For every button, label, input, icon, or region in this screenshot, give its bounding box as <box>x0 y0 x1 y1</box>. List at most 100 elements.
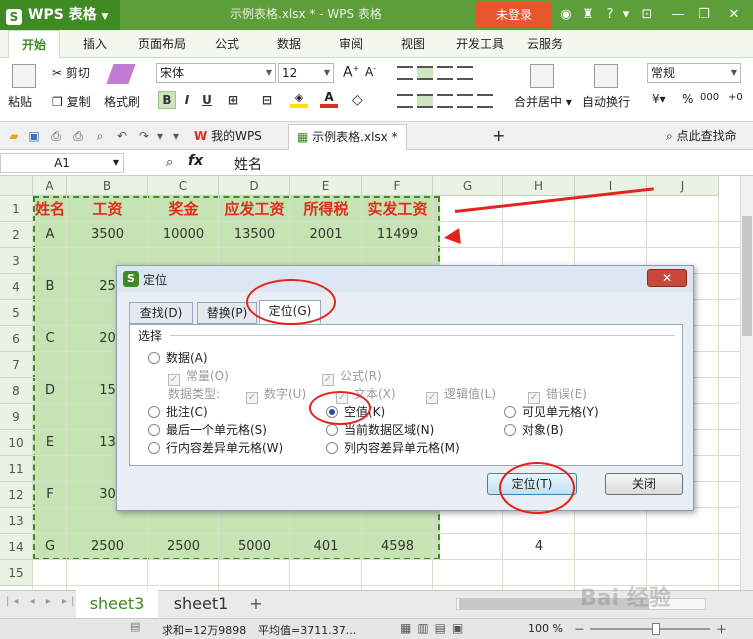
fx-button[interactable]: fx <box>188 153 203 169</box>
check-number[interactable]: ✓ 数字(U) <box>246 385 306 404</box>
align-right-icon[interactable] <box>437 94 453 108</box>
italic-button[interactable]: I <box>178 91 196 109</box>
cell-B14[interactable]: 2500 <box>67 534 148 560</box>
cell-A10[interactable]: E <box>33 430 67 456</box>
dropdown-icon[interactable]: ▾ <box>616 5 636 25</box>
dialog-close-button[interactable]: ✕ <box>647 269 687 287</box>
radio-data[interactable]: 数据(A) <box>148 349 208 366</box>
cell-A12[interactable]: F <box>33 482 67 508</box>
redo-dropdown-icon[interactable]: ▾ <box>152 128 168 144</box>
percent-button[interactable]: % <box>682 92 693 106</box>
radio-column-differences[interactable]: 列内容差异单元格(M) <box>326 439 460 456</box>
currency-icon[interactable]: ¥▾ <box>652 92 666 106</box>
row-header-15[interactable]: 15 <box>0 560 33 586</box>
row-header-11[interactable]: 11 <box>0 456 33 482</box>
align-center-icon[interactable] <box>417 94 433 108</box>
new-tab-button[interactable]: + <box>484 124 513 150</box>
zoom-slider[interactable] <box>590 628 710 630</box>
check-logical[interactable]: ✓ 逻辑值(L) <box>426 385 496 404</box>
vertical-scrollbar[interactable] <box>740 176 753 590</box>
radio-visible-cells[interactable]: 可见单元格(Y) <box>504 403 599 420</box>
view-mode-icons[interactable]: ▦▥▤▣ <box>400 621 469 635</box>
row-header-5[interactable]: 5 <box>0 300 33 326</box>
increase-decimal-icon[interactable]: +0 <box>728 92 743 103</box>
row-header-3[interactable]: 3 <box>0 248 33 274</box>
tab-my-wps[interactable]: W 我的WPS <box>186 124 270 150</box>
cell-C14[interactable]: 2500 <box>148 534 219 560</box>
align-left-icon[interactable] <box>397 94 413 108</box>
cell-D1[interactable]: 应发工资 <box>219 196 290 222</box>
sheet-nav-arrows-icon[interactable]: |◂ ◂ ▸ ▸| <box>6 596 78 607</box>
column-header-J[interactable]: J <box>647 176 719 196</box>
paste-icon[interactable] <box>12 64 36 88</box>
check-formula[interactable]: ✓ 公式(R) <box>322 367 382 386</box>
column-header-B[interactable]: B <box>67 176 148 196</box>
justify-icon[interactable] <box>457 94 473 108</box>
tab-review[interactable]: 审阅 <box>330 30 372 58</box>
merge-center-button[interactable]: 合并居中 ▾ <box>514 93 572 110</box>
sheet-tab-sheet3[interactable]: sheet3 <box>76 590 158 618</box>
row-header-1[interactable]: 1 <box>0 196 33 222</box>
radio-row-differences[interactable]: 行内容差异单元格(W) <box>148 439 283 456</box>
wrap-text-button[interactable]: 自动换行 <box>582 93 630 110</box>
redo-icon[interactable]: ↷ <box>136 128 152 144</box>
underline-button[interactable]: U <box>198 91 216 109</box>
cell-A6[interactable]: C <box>33 326 67 352</box>
zoom-level[interactable]: 100 % <box>528 622 563 635</box>
cell-B1[interactable]: 工资 <box>67 196 148 222</box>
tab-page-layout[interactable]: 页面布局 <box>132 30 192 58</box>
scroll-thumb[interactable] <box>742 216 752 336</box>
sheet-tab-sheet1[interactable]: sheet1 <box>160 590 242 618</box>
cell-E14[interactable]: 401 <box>290 534 362 560</box>
save-icon[interactable]: ▣ <box>26 128 42 144</box>
name-box[interactable]: A1 ▼ <box>0 153 124 173</box>
format-painter-button[interactable]: 格式刷 <box>104 93 140 110</box>
number-format-combo[interactable]: 常规 ▼ <box>647 63 741 83</box>
row-header-6[interactable]: 6 <box>0 326 33 352</box>
check-error[interactable]: ✓ 错误(E) <box>528 385 587 404</box>
login-button[interactable]: 未登录 <box>476 2 552 28</box>
radio-comment[interactable]: 批注(C) <box>148 403 208 420</box>
cell-H14[interactable]: 4 <box>503 534 575 560</box>
row-header-10[interactable]: 10 <box>0 430 33 456</box>
cell-F1[interactable]: 实发工资 <box>362 196 433 222</box>
clear-format-icon[interactable]: ◇ <box>352 92 363 108</box>
tab-view[interactable]: 视图 <box>392 30 434 58</box>
close-button[interactable]: 关闭 <box>605 473 683 495</box>
cut-button[interactable]: ✂ 剪切 <box>52 64 90 81</box>
tab-document[interactable]: ▦ 示例表格.xlsx * <box>288 124 407 150</box>
align-bottom-icon[interactable] <box>437 66 453 80</box>
zoom-out-icon[interactable]: － <box>574 621 585 637</box>
row-header-9[interactable]: 9 <box>0 404 33 430</box>
border-icon[interactable]: ⊞ <box>224 91 242 109</box>
minimize-icon[interactable]: — <box>668 5 688 25</box>
column-header-F[interactable]: F <box>362 176 433 196</box>
tab-formula[interactable]: 公式 <box>206 30 248 58</box>
open-folder-icon[interactable]: ▰ <box>6 128 22 144</box>
tab-cloud[interactable]: 云服务 <box>522 30 568 58</box>
print-preview-icon[interactable]: ⎙ <box>48 128 64 144</box>
radio-last-cell[interactable]: 最后一个单元格(S) <box>148 421 267 438</box>
tab-data[interactable]: 数据 <box>268 30 310 58</box>
zoom-slider-thumb[interactable] <box>652 623 660 635</box>
cell-A1[interactable]: 姓名 <box>33 196 67 222</box>
cell-A2[interactable]: A <box>33 222 67 248</box>
column-header-A[interactable]: A <box>33 176 67 196</box>
column-header-E[interactable]: E <box>290 176 362 196</box>
tab-developer[interactable]: 开发工具 <box>450 30 510 58</box>
cell-F2[interactable]: 11499 <box>362 222 433 248</box>
cell-C2[interactable]: 10000 <box>148 222 219 248</box>
font-name-combo[interactable]: 宋体 ▼ <box>156 63 276 83</box>
row-header-14[interactable]: 14 <box>0 534 33 560</box>
cell-A14[interactable]: G <box>33 534 67 560</box>
merge-center-icon[interactable] <box>530 64 554 88</box>
cell-C1[interactable]: 奖金 <box>148 196 219 222</box>
column-header-C[interactable]: C <box>148 176 219 196</box>
app-menu-button[interactable]: S WPS 表格 ▼ <box>0 0 120 30</box>
tab-home[interactable]: 开始 <box>8 30 60 58</box>
shirt-icon[interactable]: ♜ <box>578 5 598 25</box>
cell-A4[interactable]: B <box>33 274 67 300</box>
bold-button[interactable]: B <box>158 91 176 109</box>
row-header-2[interactable]: 2 <box>0 222 33 248</box>
select-all-corner[interactable] <box>0 176 33 196</box>
